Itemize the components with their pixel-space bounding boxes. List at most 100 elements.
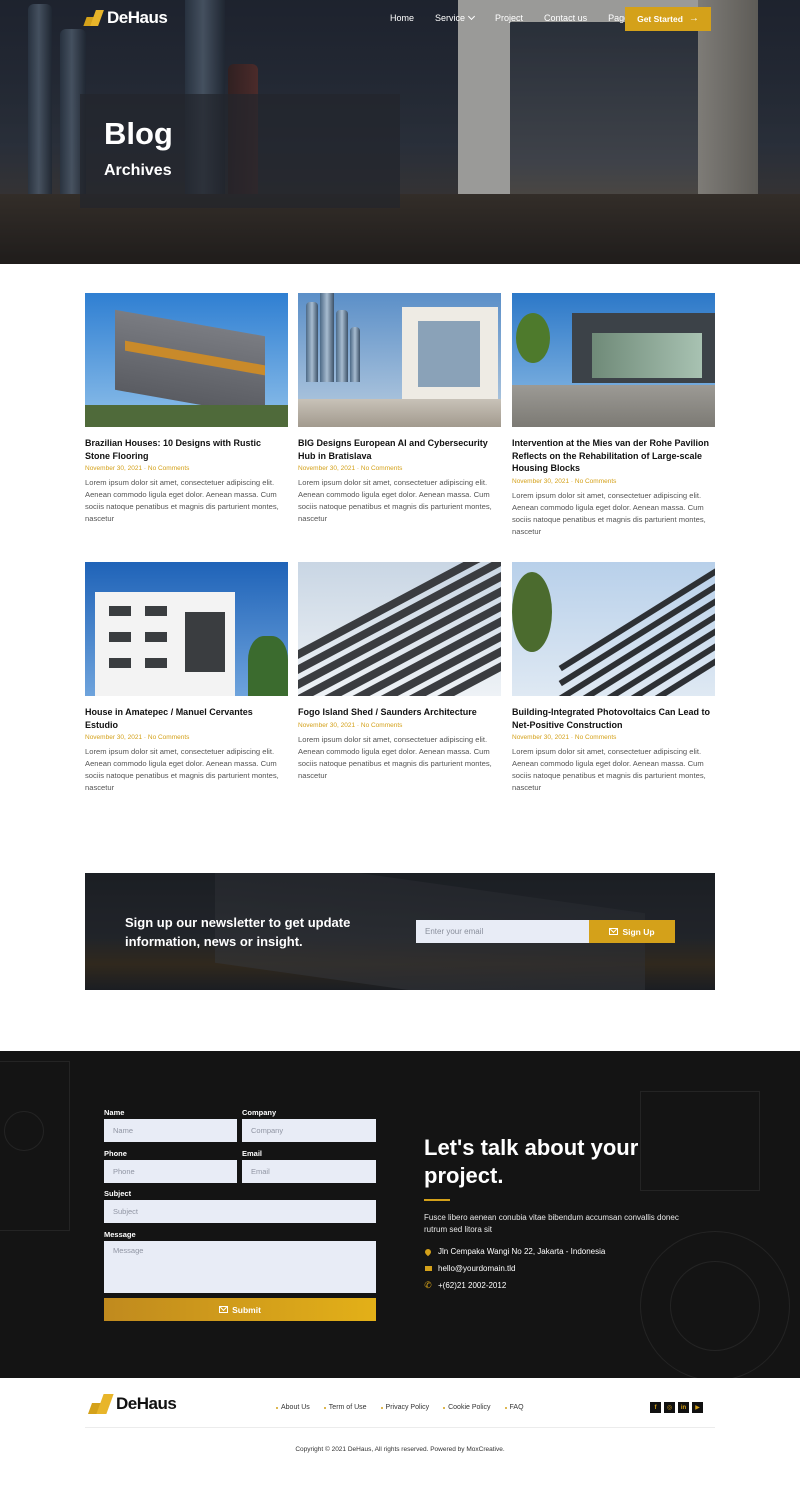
name-label: Name <box>104 1108 125 1117</box>
post-excerpt: Lorem ipsum dolor sit amet, consectetuer… <box>298 734 492 780</box>
post-date[interactable]: November 30, 2021 <box>512 734 569 741</box>
company-input[interactable] <box>242 1119 376 1142</box>
blog-post-card: BIG Designs European AI and Cybersecurit… <box>298 293 501 525</box>
post-title[interactable]: Brazilian Houses: 10 Designs with Rustic… <box>85 437 288 462</box>
phone-icon: ✆ <box>424 1280 432 1290</box>
page-subtitle: Archives <box>104 162 172 179</box>
post-excerpt: Lorem ipsum dolor sit amet, consectetuer… <box>512 490 706 536</box>
post-comments[interactable]: No Comments <box>575 478 617 485</box>
post-meta: November 30, 2021 · No Comments <box>85 734 190 741</box>
blog-post-card: Building-Integrated Photovoltaics Can Le… <box>512 562 715 794</box>
footer-link-faq[interactable]: FAQ <box>505 1404 524 1411</box>
subject-field-group: Subject <box>104 1189 376 1223</box>
post-title[interactable]: Building-Integrated Photovoltaics Can Le… <box>512 706 715 731</box>
post-date[interactable]: November 30, 2021 <box>298 465 355 472</box>
phone-label: Phone <box>104 1149 127 1158</box>
top-navbar: DeHaus Home Service Project Contact us P… <box>0 0 800 38</box>
blueprint-decoration <box>4 1111 44 1151</box>
post-thumbnail[interactable] <box>85 293 288 427</box>
newsletter-banner: Sign up our newsletter to get update inf… <box>85 873 715 990</box>
footer-link-term-of-use[interactable]: Term of Use <box>324 1404 367 1411</box>
post-thumbnail[interactable] <box>512 293 715 427</box>
contact-phone[interactable]: ✆ +(62)21 2002-2012 <box>424 1280 506 1291</box>
post-comments[interactable]: No Comments <box>148 734 190 741</box>
blueprint-decoration <box>670 1261 760 1351</box>
company-label: Company <box>242 1108 277 1117</box>
envelope-icon <box>219 1306 229 1313</box>
post-date[interactable]: November 30, 2021 <box>512 478 569 485</box>
logo-text: DeHaus <box>116 1394 177 1413</box>
contact-title: Let's talk about your project. <box>424 1135 639 1188</box>
post-thumbnail[interactable] <box>298 293 501 427</box>
post-excerpt: Lorem ipsum dolor sit amet, consectetuer… <box>298 478 492 523</box>
site-footer: DeHaus About Us Term of Use Privacy Poli… <box>0 1378 800 1485</box>
footer-link-privacy-policy[interactable]: Privacy Policy <box>381 1404 430 1411</box>
email-field-group: Email <box>242 1149 376 1183</box>
get-started-button[interactable]: Get Started → <box>625 7 711 31</box>
nav-service[interactable]: Service <box>435 12 476 23</box>
footer-link-about-us[interactable]: About Us <box>276 1404 310 1411</box>
nav-project[interactable]: Project <box>495 13 523 23</box>
post-date[interactable]: November 30, 2021 <box>85 465 142 472</box>
post-title[interactable]: Intervention at the Mies van der Rohe Pa… <box>512 437 715 475</box>
logo-text: DeHaus <box>107 8 168 27</box>
contact-description: Fusce libero aenean conubia vitae bibend… <box>424 1213 679 1234</box>
post-date[interactable]: November 30, 2021 <box>85 734 142 741</box>
main-nav: Home Service Project Contact us Page <box>390 12 640 23</box>
post-thumbnail[interactable] <box>298 562 501 696</box>
post-comments[interactable]: No Comments <box>361 465 403 472</box>
page-title: Blog <box>104 116 173 151</box>
post-excerpt: Lorem ipsum dolor sit amet, consectetuer… <box>85 747 279 792</box>
post-thumbnail[interactable] <box>512 562 715 696</box>
phone-field-group: Phone <box>104 1149 237 1183</box>
post-comments[interactable]: No Comments <box>575 734 617 741</box>
post-date[interactable]: November 30, 2021 <box>298 722 355 729</box>
footer-nav: About Us Term of Use Privacy Policy Cook… <box>276 1404 524 1411</box>
contact-section: Name Company Phone Email Subject Message… <box>0 1051 800 1378</box>
phone-input[interactable] <box>104 1160 237 1183</box>
nav-home[interactable]: Home <box>390 13 414 23</box>
post-meta: November 30, 2021 · No Comments <box>512 734 617 741</box>
post-meta: November 30, 2021 · No Comments <box>85 465 190 472</box>
footer-logo[interactable]: DeHaus <box>87 1394 177 1414</box>
blog-post-card: House in Amatepec / Manuel Cervantes Est… <box>85 562 288 794</box>
map-pin-icon <box>423 1247 433 1256</box>
blog-post-card: Brazilian Houses: 10 Designs with Rustic… <box>85 293 288 525</box>
email-input[interactable] <box>242 1160 376 1183</box>
post-excerpt: Lorem ipsum dolor sit amet, consectetuer… <box>85 478 279 523</box>
message-textarea[interactable] <box>104 1241 376 1293</box>
post-thumbnail[interactable] <box>85 562 288 696</box>
sign-up-button[interactable]: Sign Up <box>589 920 675 943</box>
youtube-icon[interactable]: ▶ <box>692 1402 703 1413</box>
envelope-icon <box>609 928 619 935</box>
submit-button[interactable]: Submit <box>104 1298 376 1321</box>
post-meta: November 30, 2021 · No Comments <box>298 721 403 729</box>
contact-email[interactable]: hello@yourdomain.tld <box>424 1264 516 1273</box>
site-logo[interactable]: DeHaus <box>83 8 168 28</box>
envelope-icon <box>424 1265 432 1273</box>
post-comments[interactable]: No Comments <box>148 465 190 472</box>
facebook-icon[interactable]: f <box>650 1402 661 1413</box>
post-meta: November 30, 2021 · No Comments <box>512 477 617 485</box>
instagram-icon[interactable]: ◎ <box>664 1402 675 1413</box>
chevron-down-icon <box>467 12 476 21</box>
contact-address: Jln Cempaka Wangi No 22, Jakarta - Indon… <box>423 1247 605 1256</box>
footer-link-cookie-policy[interactable]: Cookie Policy <box>443 1404 490 1411</box>
name-input[interactable] <box>104 1119 237 1142</box>
nav-contact-us[interactable]: Contact us <box>544 13 587 23</box>
name-field-group: Name <box>104 1108 237 1142</box>
title-underline <box>424 1199 450 1201</box>
post-meta: November 30, 2021 · No Comments <box>298 465 403 472</box>
copyright-text: Copyright © 2021 DeHaus, All rights rese… <box>295 1446 505 1453</box>
arrow-right-icon: → <box>688 13 699 24</box>
logo-mark-icon <box>87 1394 114 1414</box>
post-title[interactable]: House in Amatepec / Manuel Cervantes Est… <box>85 706 288 731</box>
blog-post-card: Fogo Island Shed / Saunders Architecture… <box>298 562 501 782</box>
linkedin-icon[interactable]: in <box>678 1402 689 1413</box>
post-title[interactable]: Fogo Island Shed / Saunders Architecture <box>298 706 501 719</box>
post-title[interactable]: BIG Designs European AI and Cybersecurit… <box>298 437 501 462</box>
newsletter-email-input[interactable] <box>416 920 589 943</box>
post-comments[interactable]: No Comments <box>361 722 403 729</box>
footer-divider <box>85 1427 715 1428</box>
subject-input[interactable] <box>104 1200 376 1223</box>
